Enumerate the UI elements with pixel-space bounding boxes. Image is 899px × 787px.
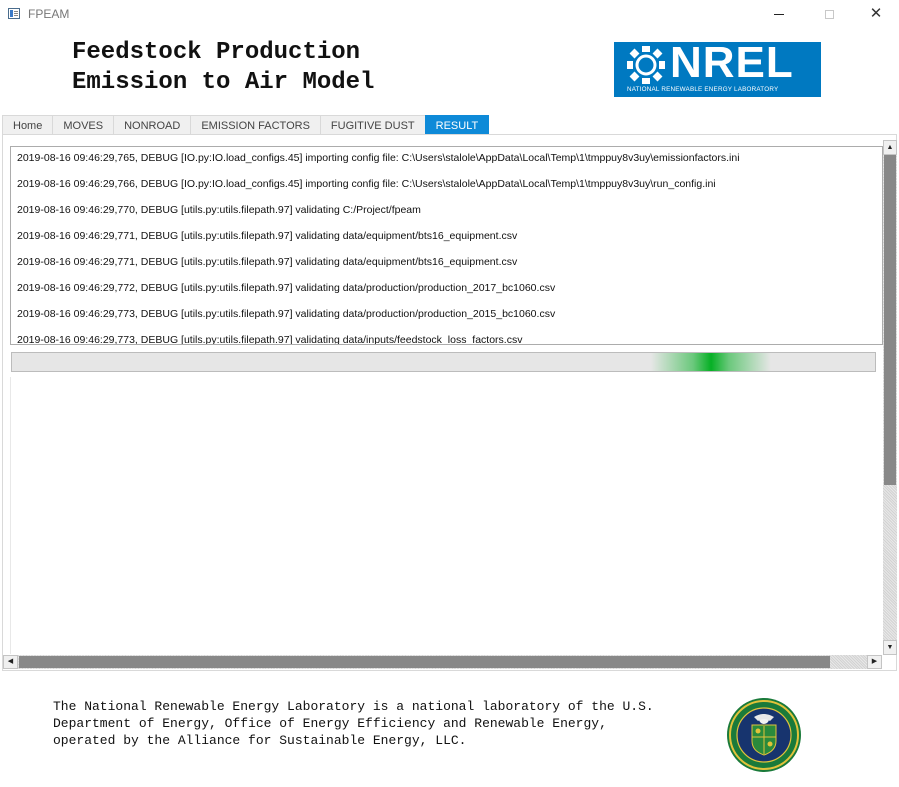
results-area xyxy=(10,377,884,654)
scroll-up-button[interactable]: ▲ xyxy=(883,140,897,155)
horizontal-scroll-thumb[interactable] xyxy=(19,656,830,668)
tab-bar: Home MOVES NONROAD EMISSION FACTORS FUGI… xyxy=(2,115,490,135)
window-app-icon xyxy=(8,8,20,19)
scroll-right-button[interactable]: ▶ xyxy=(867,655,882,669)
log-line: 2019-08-16 09:46:29,765, DEBUG [IO.py:IO… xyxy=(17,152,740,164)
maximize-button[interactable] xyxy=(814,4,844,24)
minimize-button[interactable] xyxy=(764,4,794,24)
app-title-line-1: Feedstock Production xyxy=(72,39,361,66)
vertical-scroll-track[interactable] xyxy=(883,155,897,640)
tab-nonroad[interactable]: NONROAD xyxy=(113,115,191,135)
vertical-scroll-thumb[interactable] xyxy=(884,155,896,485)
tab-result[interactable]: RESULT xyxy=(424,115,490,135)
progress-bar xyxy=(11,352,876,372)
progress-indicator xyxy=(651,353,772,371)
vertical-scrollbar[interactable]: ▲ ▼ xyxy=(883,140,897,655)
log-line: 2019-08-16 09:46:29,766, DEBUG [IO.py:IO… xyxy=(17,178,716,190)
close-button[interactable]: ✕ xyxy=(861,4,891,24)
scroll-left-button[interactable]: ◀ xyxy=(3,655,18,669)
app-title: Feedstock Production Emission to Air Mode… xyxy=(72,38,374,98)
nrel-logo: NREL NATIONAL RENEWABLE ENERGY LABORATOR… xyxy=(614,38,821,97)
app-title-line-2: Emission to Air Model xyxy=(72,69,375,96)
window-title: FPEAM xyxy=(28,7,70,21)
minimize-icon xyxy=(774,14,784,16)
log-line: 2019-08-16 09:46:29,771, DEBUG [utils.py… xyxy=(17,256,518,268)
tab-moves[interactable]: MOVES xyxy=(52,115,114,135)
nrel-logo-text: NREL xyxy=(670,38,794,87)
horizontal-scroll-track[interactable] xyxy=(18,655,867,669)
title-bar: FPEAM ✕ xyxy=(0,0,899,30)
nrel-sun-icon xyxy=(627,46,665,84)
log-line: 2019-08-16 09:46:29,772, DEBUG [utils.py… xyxy=(17,282,556,294)
maximize-icon xyxy=(824,10,834,20)
log-line: 2019-08-16 09:46:29,773, DEBUG [utils.py… xyxy=(17,334,523,345)
log-line: 2019-08-16 09:46:29,773, DEBUG [utils.py… xyxy=(17,308,556,320)
horizontal-scrollbar[interactable]: ◀ ▶ xyxy=(3,655,882,669)
log-line: 2019-08-16 09:46:29,770, DEBUG [utils.py… xyxy=(17,204,421,216)
tab-home[interactable]: Home xyxy=(2,115,53,135)
doe-seal-icon xyxy=(727,698,801,772)
tab-fugitive-dust[interactable]: FUGITIVE DUST xyxy=(319,115,425,135)
tab-emission-factors[interactable]: EMISSION FACTORS xyxy=(190,115,320,135)
log-line: 2019-08-16 09:46:29,771, DEBUG [utils.py… xyxy=(17,230,518,242)
footer-disclaimer: The National Renewable Energy Laboratory… xyxy=(53,699,654,748)
nrel-logo-subtext: NATIONAL RENEWABLE ENERGY LABORATORY xyxy=(627,86,779,93)
scroll-down-button[interactable]: ▼ xyxy=(883,640,897,655)
log-output[interactable]: 2019-08-16 09:46:29,765, DEBUG [IO.py:IO… xyxy=(10,146,883,345)
